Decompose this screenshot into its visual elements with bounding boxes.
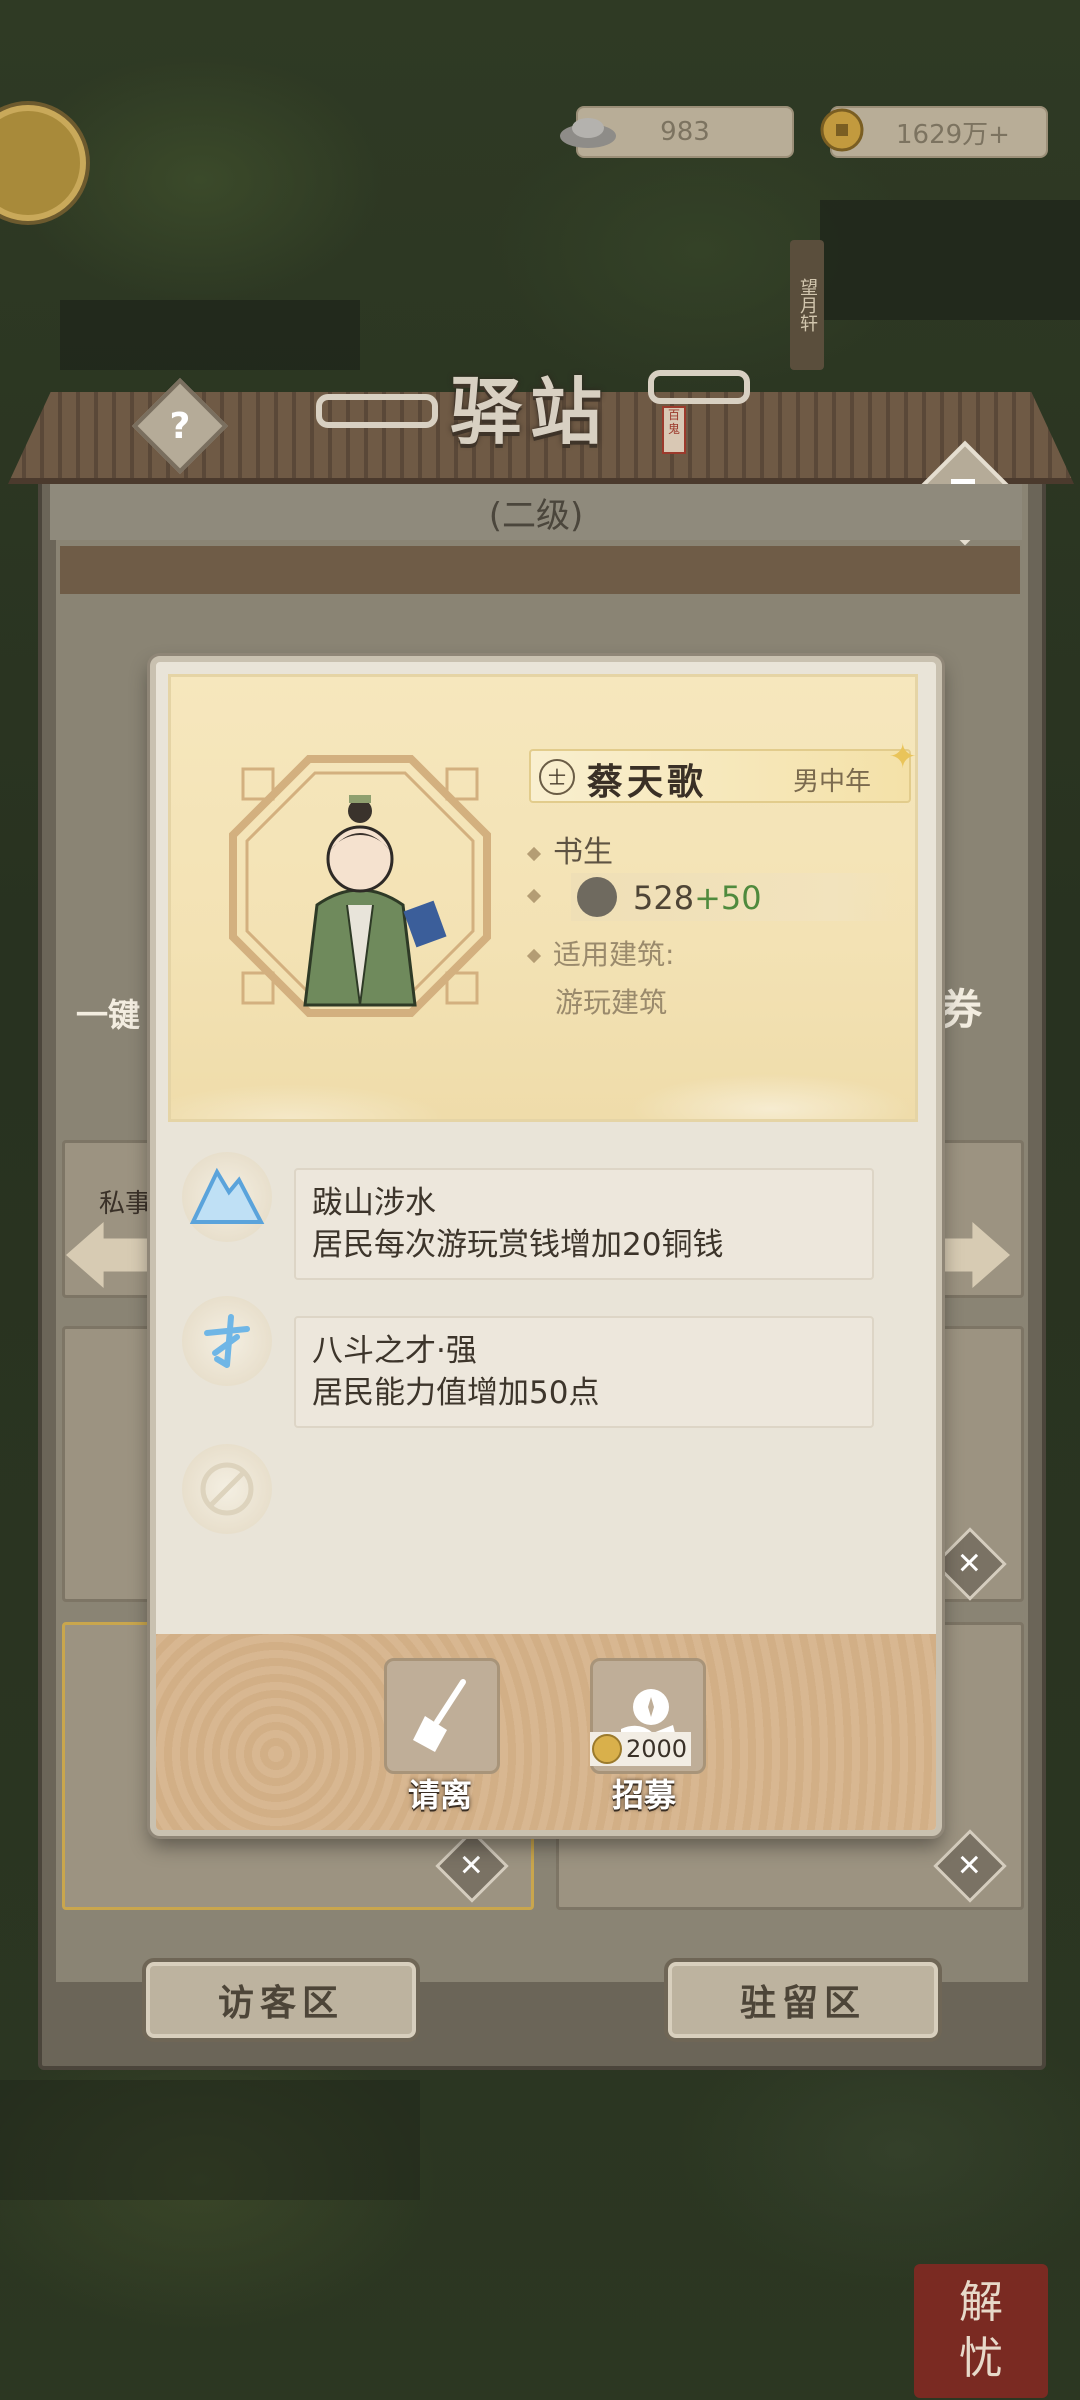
talent-brush-icon [182,1296,272,1386]
help-icon: ? [169,405,191,447]
recruit-cost-amount: 2000 [626,1735,688,1763]
character-detail-panel: 士 蔡天歌 男中年 ✦ 书生 528+50 适用建筑: 游玩建筑 跋山涉水 居民… [150,656,942,1836]
background-roof [820,200,1080,320]
recruit-label: 招募 [611,1776,676,1814]
pavilion-sign: 望月轩 [790,240,824,370]
character-name: 蔡天歌 [587,761,708,803]
background-roof [60,300,360,370]
silver-currency: 983 [560,106,794,158]
tab-visitor-area[interactable]: 访客区 [142,1958,420,2042]
voucher-button[interactable]: 券 [940,976,1024,1034]
character-power-bonus: +50 [694,879,762,917]
copper-amount: 1629万+ [896,119,1010,150]
applicable-building-value: 游玩建筑 [555,986,668,1019]
sparkle-icon: ✦ [888,737,918,777]
character-power-bar: 528+50 [571,873,901,921]
dismiss-button[interactable] [384,1658,500,1774]
silver-ingot-icon [558,102,618,158]
skill-card-2: 八斗之才·强 居民能力值增加50点 [294,1316,874,1428]
skill-name: 跋山涉水 [312,1185,436,1221]
skill-card-1: 跋山涉水 居民每次游玩赏钱增加20铜钱 [294,1168,874,1280]
wooden-beam [60,546,1020,594]
broom-icon [413,1679,466,1752]
close-icon: ✕ [957,1848,983,1884]
applicable-building-label-row: 适用建筑: [526,933,675,973]
copper-coin-icon [592,1734,622,1764]
character-profile: 士 蔡天歌 男中年 ✦ 书生 528+50 适用建筑: 游玩建筑 [168,674,918,1122]
empty-slot-icon [182,1444,272,1534]
applicable-building-label: 适用建筑: [553,938,675,971]
bullet-icon [526,846,542,861]
silver-amount: 983 [660,117,710,147]
skill-name: 八斗之才·强 [312,1333,477,1369]
character-profession: 书生 [553,835,613,870]
copper-coin-icon [812,102,872,158]
character-name-bar: 士 蔡天歌 男中年 ✦ [529,737,917,803]
jieyou-stamp-button[interactable]: 解 忧 [914,2264,1048,2398]
close-icon: ✕ [459,1848,485,1884]
background-roof [0,2080,420,2200]
dismiss-label: 请离 [407,1776,472,1814]
tab-resident-area[interactable]: 驻留区 [664,1958,942,2042]
character-profession-row: 书生 [526,827,613,871]
one-click-button[interactable]: 一键 [76,990,160,1046]
building-title: 驿站 [449,368,610,454]
recruit-cost: 2000 [590,1732,692,1766]
title-swirl-right-icon [648,370,750,404]
bullet-icon [526,888,542,904]
character-portrait [229,755,491,1017]
title-swirl-left-icon [316,394,438,428]
action-area: 请离 招募 [156,1634,936,1830]
skill-description: 居民每次游玩赏钱增加20铜钱 [312,1227,724,1263]
skill-description: 居民能力值增加50点 [312,1375,600,1411]
character-gender-age: 男中年 [792,767,871,797]
building-level: (二级) [488,495,584,536]
bullet-icon [526,948,542,964]
building-level-bar: (二级) [50,484,1022,540]
character-class-icon: 士 [539,759,575,795]
mountain-icon [182,1152,272,1242]
ability-icon [577,877,617,917]
character-power: 528 [633,879,695,917]
copper-currency: 1629万+ [820,106,1048,158]
title-seal: 百鬼 [662,406,686,454]
close-icon: ✕ [957,1546,983,1582]
